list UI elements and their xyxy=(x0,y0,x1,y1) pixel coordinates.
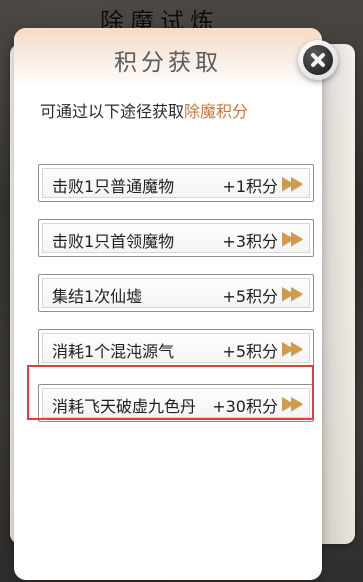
dialog-header: 积分获取 xyxy=(14,28,322,88)
double-arrow-icon xyxy=(282,232,304,246)
reward-row-normal-monster[interactable]: 击败1只普通魔物 +1积分 xyxy=(38,164,314,202)
reward-label: 消耗1个混沌源气 xyxy=(52,342,175,361)
arrow-icon xyxy=(291,342,303,356)
intro-highlight: 除魔积分 xyxy=(184,102,249,121)
arrow-icon xyxy=(291,177,303,191)
close-button[interactable] xyxy=(298,40,338,80)
intro-prefix: 可通过以下途径获取 xyxy=(40,102,185,121)
close-icon xyxy=(303,45,333,75)
arrow-icon xyxy=(291,232,303,246)
arrow-icon xyxy=(291,397,303,411)
double-arrow-icon xyxy=(282,397,304,411)
reward-label: 消耗飞天破虚九色丹 xyxy=(52,397,197,416)
reward-label: 击败1只普通魔物 xyxy=(52,177,175,196)
double-arrow-icon xyxy=(282,342,304,356)
dialog-intro: 可通过以下途径获取除魔积分 xyxy=(40,98,248,122)
reward-points: +5积分 xyxy=(222,287,278,306)
reward-points: +1积分 xyxy=(222,177,278,196)
reward-row-boss-monster[interactable]: 击败1只首领魔物 +3积分 xyxy=(38,219,314,257)
points-dialog: 积分获取 可通过以下途径获取除魔积分 击败1只普通魔物 +1积分 击败1只首领魔… xyxy=(14,28,322,580)
reward-row-gather[interactable]: 集结1次仙墟 +5积分 xyxy=(38,274,314,312)
double-arrow-icon xyxy=(282,287,304,301)
reward-points: +3积分 xyxy=(222,232,278,251)
reward-points: +5积分 xyxy=(222,342,278,361)
reward-row-nine-color-pill[interactable]: 消耗飞天破虚九色丹 +30积分 xyxy=(38,384,314,422)
reward-label: 击败1只首领魔物 xyxy=(52,232,175,251)
dialog-title: 积分获取 xyxy=(114,50,222,76)
double-arrow-icon xyxy=(282,177,304,191)
reward-label: 集结1次仙墟 xyxy=(52,287,143,306)
reward-list: 击败1只普通魔物 +1积分 击败1只首领魔物 +3积分 集结1次仙墟 +5积分 xyxy=(38,164,314,439)
reward-points: +30积分 xyxy=(212,397,278,416)
arrow-icon xyxy=(291,287,303,301)
reward-row-chaos-source[interactable]: 消耗1个混沌源气 +5积分 xyxy=(38,329,314,367)
